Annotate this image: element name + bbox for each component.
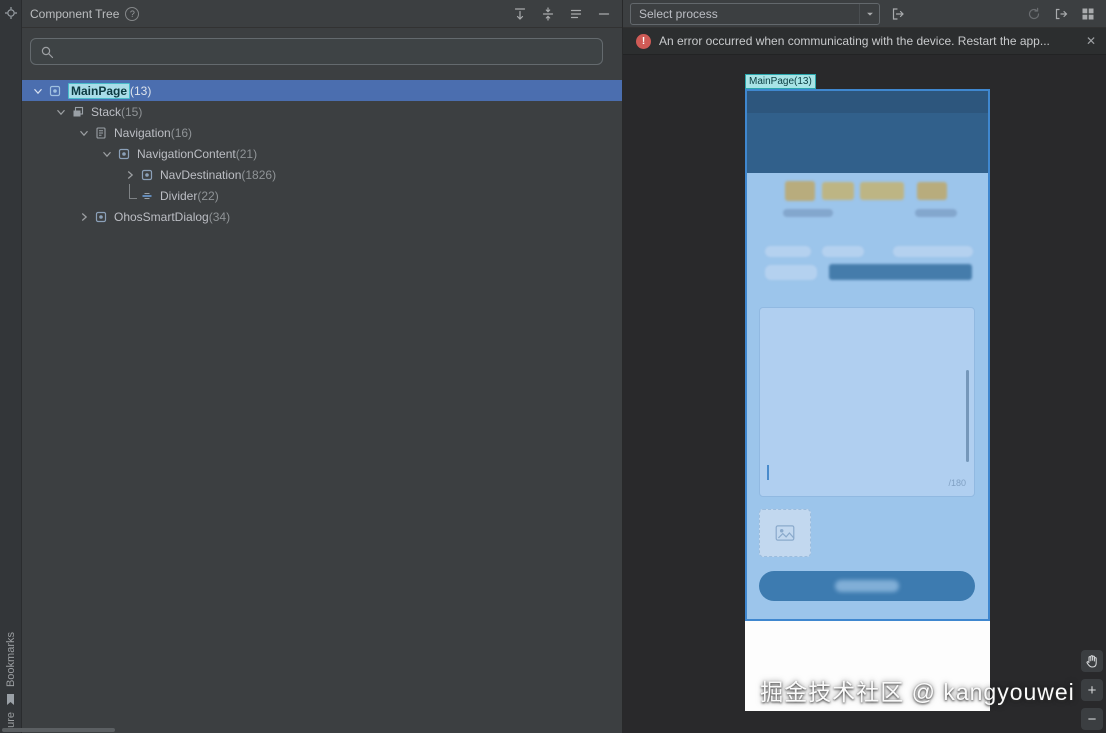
component-icon [93,209,109,225]
process-selector-value: Select process [639,6,718,21]
tree-node-stack[interactable]: Stack (15) [22,101,622,122]
tree-node-label: MainPage [68,82,131,99]
tree-node-navigation[interactable]: Navigation (16) [22,122,622,143]
tree-node-suffix: (22) [197,188,219,203]
search-icon [40,45,54,59]
inspector-tool-icon[interactable] [4,6,18,20]
component-icon [47,83,63,99]
chevron-down-icon[interactable] [76,125,92,141]
chevron-down-icon[interactable] [53,104,69,120]
chevron-right-icon[interactable] [76,209,92,225]
tree-node-suffix: (13) [130,83,152,98]
tree-node-suffix: (16) [170,125,193,140]
component-highlight-label: MainPage(13) [745,74,816,89]
error-icon: ! [636,33,651,49]
component-icon [139,167,155,183]
zoom-in-button[interactable]: + [1081,679,1103,701]
tree-branch-connector [122,183,138,204]
horizontal-scrollbar-thumb[interactable] [2,728,115,732]
device-screen-mirror[interactable]: /180 [745,89,990,711]
process-selector[interactable]: Select process [630,2,880,25]
ide-window: Bookmarks ture Component Tree ? MainPage… [0,0,1106,733]
tree-node-suffix: (15) [121,104,143,119]
device-panel: Select process ! An error occurred when … [622,0,1106,733]
chevron-down-icon [859,3,879,24]
panel-title: Component Tree [30,6,120,21]
component-tree-header: Component Tree ? [22,0,622,28]
component-tree-panel: Component Tree ? MainPage (13) Stack (15… [22,0,622,733]
pan-hand-button[interactable] [1081,650,1103,672]
chevron-right-icon[interactable] [122,167,138,183]
tool-stripe-bookmarks[interactable]: Bookmarks [5,632,17,687]
chevron-down-icon[interactable] [30,83,46,99]
tree-node-label: Stack [91,104,122,119]
tree-node-navigationcontent[interactable]: NavigationContent (21) [22,143,622,164]
view-options-icon[interactable] [568,6,584,22]
divider-icon [139,188,155,204]
navigation-icon [93,125,109,141]
tree-node-ohossmartdialog[interactable]: OhosSmartDialog (34) [22,206,622,227]
bookmark-icon[interactable] [5,693,16,706]
help-icon[interactable]: ? [125,6,140,21]
device-screen-area: MainPage(13) /180 掘金技术社区 @ kangyouwei + … [623,55,1106,733]
error-notification: ! An error occurred when communicating w… [623,28,1106,55]
expand-all-icon[interactable] [512,6,528,22]
component-icon [116,146,132,162]
tree-node-label: OhosSmartDialog [114,209,209,224]
attach-process-icon[interactable] [890,6,906,22]
tree-node-label: NavDestination [160,167,242,182]
chevron-down-icon[interactable] [99,146,115,162]
refresh-icon[interactable] [1026,6,1042,22]
layout-grid-icon[interactable] [1080,6,1096,22]
close-icon[interactable]: ✕ [1084,34,1098,48]
tree-node-label: Divider [160,188,198,203]
tree-search-box[interactable] [30,38,603,65]
tree-node-suffix: (21) [235,146,258,161]
tool-stripe: Bookmarks ture [0,0,22,733]
component-highlight-overlay[interactable] [745,89,990,621]
watermark-text: 掘金技术社区 @ kangyouwei [760,679,1075,705]
device-toolbar: Select process [623,0,1106,28]
stack-icon [70,104,86,120]
component-tree: MainPage (13) Stack (15) Navigation (16)… [22,73,622,733]
tree-node-suffix: (34) [208,209,231,224]
hide-panel-icon[interactable] [596,6,612,22]
export-icon[interactable] [1053,6,1069,22]
zoom-out-button[interactable]: − [1081,708,1103,730]
tree-node-label: NavigationContent [137,146,236,161]
search-input[interactable] [60,44,593,59]
tree-node-mainpage[interactable]: MainPage (13) [22,80,622,101]
tree-node-suffix: (1826) [241,167,277,182]
error-message: An error occurred when communicating wit… [659,34,1050,48]
tree-node-navdestination[interactable]: NavDestination (1826) [22,164,622,185]
zoom-controls: + − [1081,650,1103,730]
tree-node-divider[interactable]: Divider (22) [22,183,622,206]
collapse-all-icon[interactable] [540,6,556,22]
tree-node-label: Navigation [114,125,171,140]
